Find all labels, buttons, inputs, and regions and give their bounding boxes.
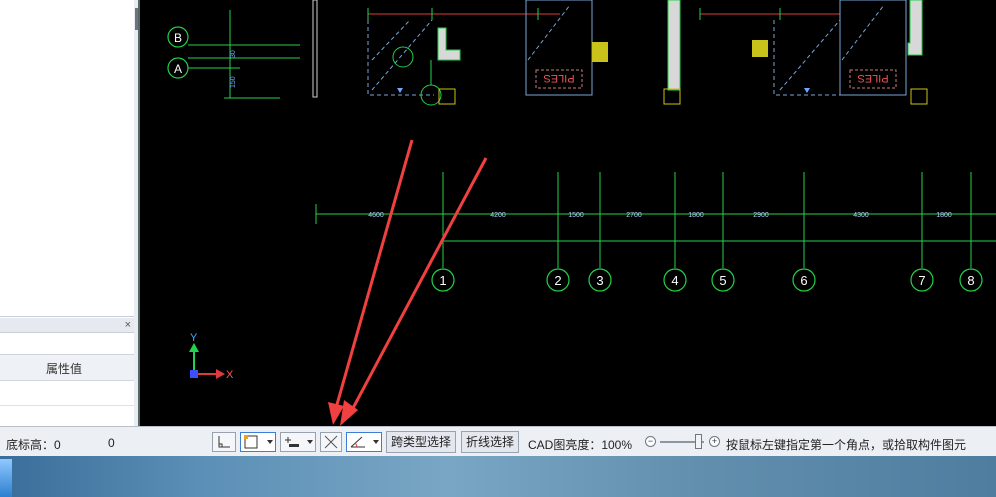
x-axis-label: X (226, 369, 234, 381)
span-dimension-6: 2900 (753, 212, 769, 219)
grid-bubble-label-4: 4 (671, 273, 678, 288)
highlight-cap-1 (592, 42, 608, 62)
os-taskbar (0, 456, 996, 497)
angle-snap-dropdown[interactable] (346, 432, 382, 452)
tag-bubble (392, 46, 414, 68)
cross-type-select-button[interactable]: 跨类型选择 (386, 431, 457, 453)
highlight-cap-2 (752, 40, 768, 57)
status-bar: 底标高：0 0 跨类型选择 折线选择 CAD图亮度：100% − + 按鼠标左键… (0, 426, 996, 457)
properties-column-header: 属性值 (0, 354, 134, 381)
chevron-down-icon (373, 440, 379, 444)
properties-row[interactable] (0, 380, 134, 406)
elevation-value: 0 (108, 436, 115, 450)
component-tree-panel[interactable] (0, 0, 135, 317)
polyline-select-button[interactable]: 折线选择 (461, 431, 520, 453)
pile-cap-small (438, 88, 456, 105)
dim-30: 30 (230, 50, 237, 58)
dynamic-input-icon (285, 437, 299, 447)
chevron-down-icon (267, 440, 273, 444)
grid-bubble-label-8: 8 (967, 273, 974, 288)
taskbar-app-icon[interactable] (0, 459, 12, 497)
l-column (437, 27, 461, 61)
tag-bubble (420, 84, 442, 106)
wall-thin (312, 0, 318, 98)
hatch-line (841, 4, 885, 61)
pile-text-1: PILES (543, 72, 574, 84)
hatch-line (371, 19, 411, 61)
left-dock: × 属性值 (0, 0, 138, 426)
grid-bubble-label-1: 1 (439, 273, 446, 288)
y-axis-label: Y (190, 332, 198, 344)
y-arrow-head (189, 343, 199, 352)
row-bubble-b-label: B (174, 31, 182, 45)
hatch-line (779, 19, 841, 91)
cad-brightness-label: CAD图亮度：100% (528, 438, 633, 452)
bottom-elevation-label: 底标高：0 (6, 438, 61, 452)
span-dimension-5: 1800 (688, 212, 704, 219)
brightness-plus-button[interactable]: + (709, 436, 720, 447)
span-dimension-7: 4300 (853, 212, 869, 219)
wall-column-2 (667, 0, 681, 91)
snap-box-icon (244, 435, 258, 449)
x-arrow-head (216, 369, 225, 379)
cad-canvas[interactable]: B A 30 150 PILES PILES 1 2 3 4 5 6 7 8 4600 4200… (138, 0, 996, 426)
span-dimension-2: 4200 (490, 212, 506, 219)
origin-marker (190, 370, 198, 378)
row-bubble-a-label: A (174, 62, 182, 76)
angle-icon (350, 436, 365, 448)
ortho-toggle[interactable] (212, 432, 236, 452)
hatch-line (527, 4, 571, 61)
span-dimension-8: 1800 (936, 212, 952, 219)
grid-bubble-label-2: 2 (554, 273, 561, 288)
span-dimension-1: 4600 (368, 212, 384, 219)
grid-bubble-label-5: 5 (719, 273, 726, 288)
dim-150: 150 (230, 76, 237, 88)
drawing-svg: B A 30 150 PILES PILES 1 2 3 4 5 6 7 8 4600 4200… (167, 0, 996, 426)
hatch-line (371, 19, 433, 91)
elevation-marker (397, 88, 403, 93)
cross-icon (324, 435, 338, 449)
pile-text-2: PILES (857, 72, 888, 84)
property-value-column-label: 属性值 (46, 362, 83, 376)
brightness-minus-button[interactable]: − (645, 436, 656, 447)
command-hint: 按鼠标左键指定第一个角点，或拾取构件图元 (726, 438, 967, 452)
cross-select-toggle[interactable] (320, 432, 342, 452)
brightness-slider-thumb[interactable] (695, 434, 702, 449)
ortho-icon (218, 436, 230, 448)
span-dimension-4: 2700 (626, 212, 642, 219)
properties-panel-header: × (0, 318, 136, 333)
dynamic-input-dropdown[interactable] (280, 432, 316, 452)
grid-bubble-label-3: 3 (596, 273, 603, 288)
close-icon[interactable]: × (125, 318, 131, 332)
grid-bubble-label-7: 7 (918, 273, 925, 288)
l-column-2 (907, 0, 923, 56)
elevation-marker (804, 88, 810, 93)
snap-mode-dropdown[interactable] (240, 432, 276, 452)
grid-bubble-label-6: 6 (800, 273, 807, 288)
chevron-down-icon (307, 440, 313, 444)
pile-cap-small (663, 88, 681, 105)
span-dimension-3: 1500 (568, 212, 584, 219)
pile-cap-small (910, 88, 928, 105)
